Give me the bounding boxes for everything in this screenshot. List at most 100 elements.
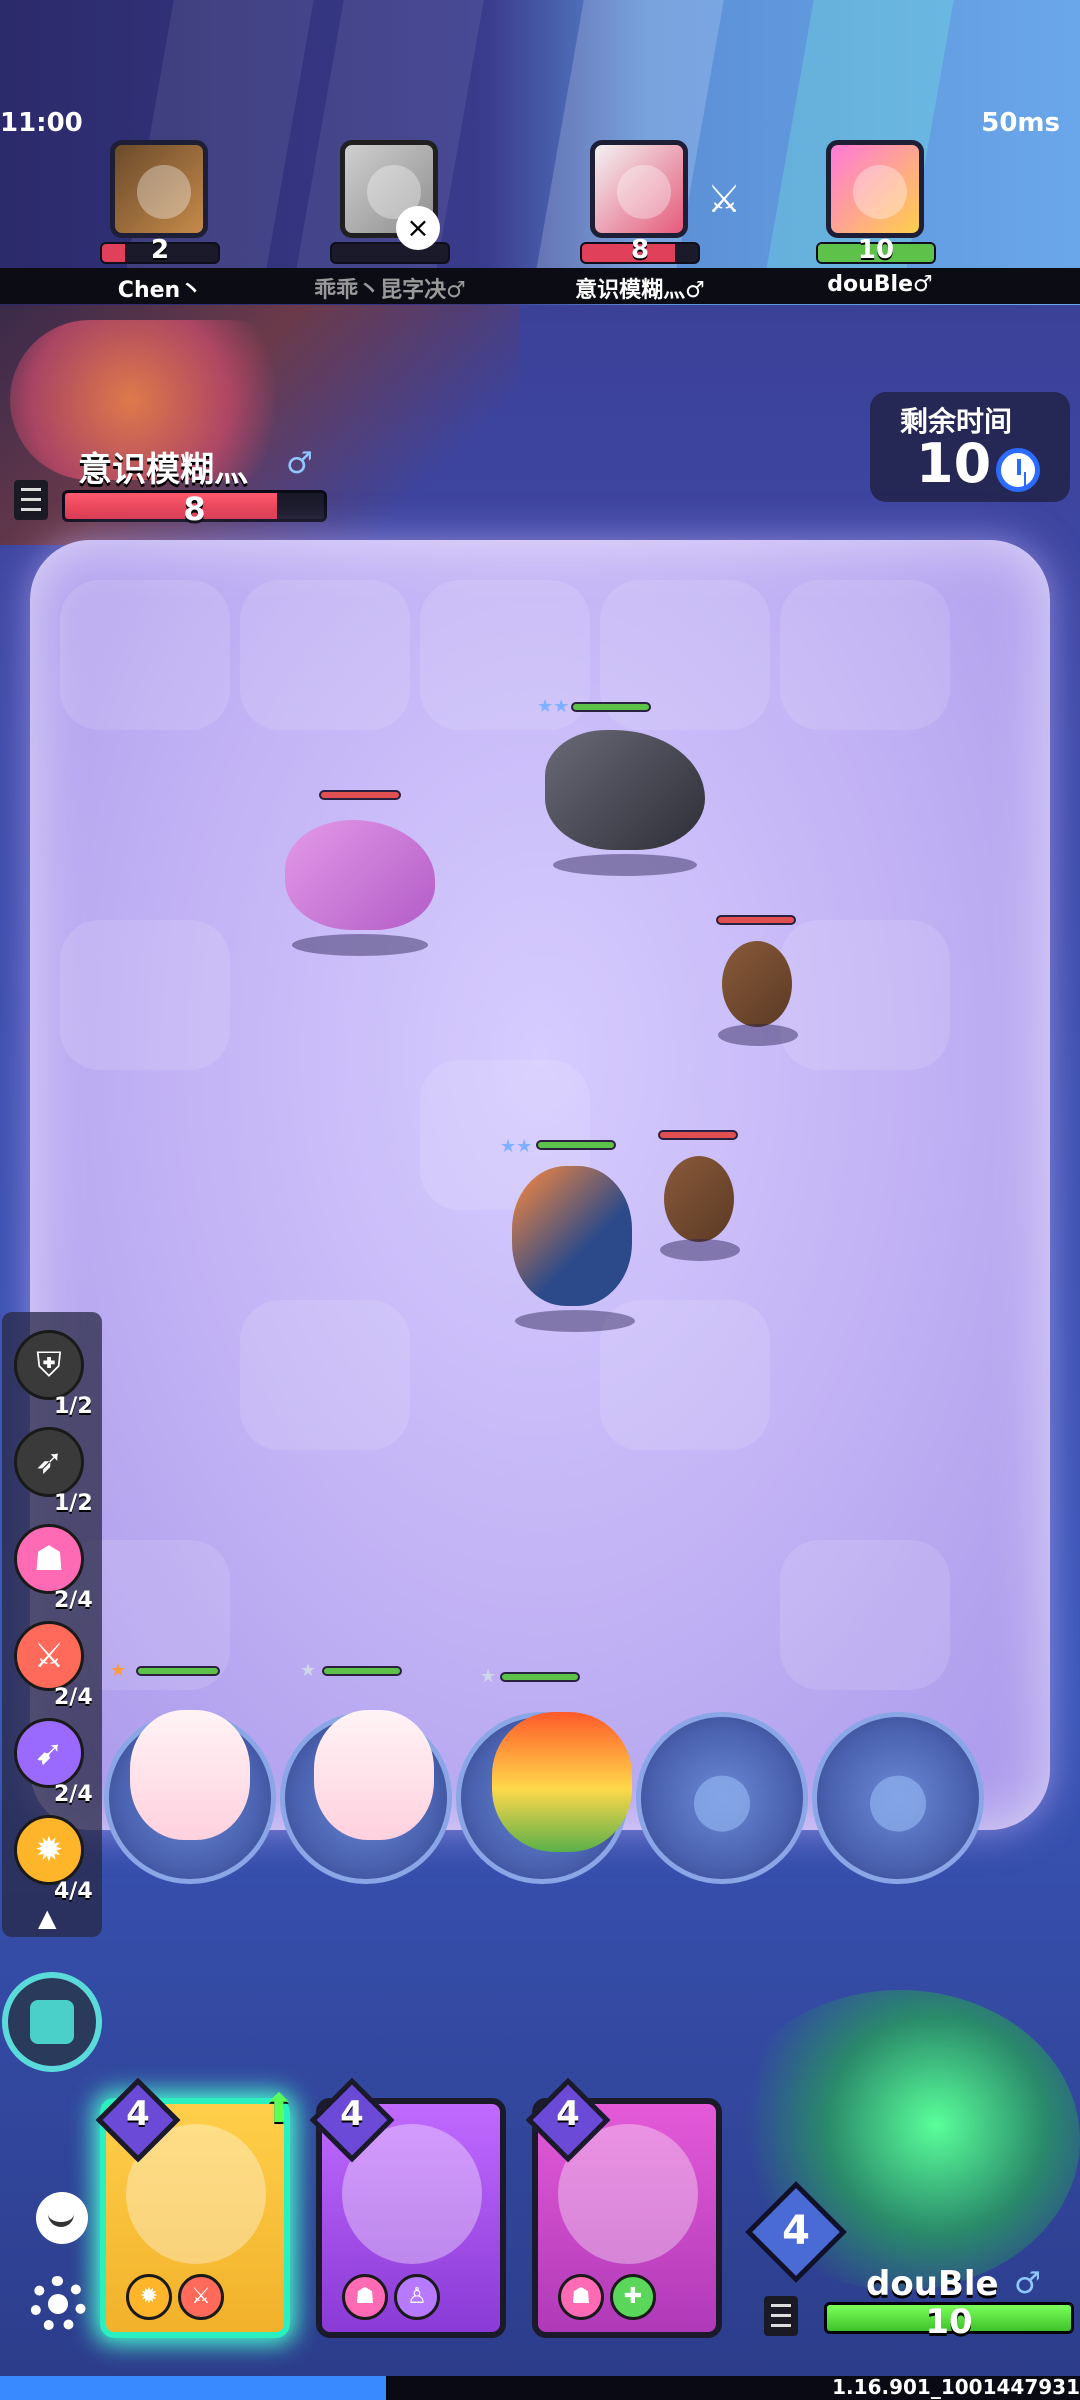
avatar [590,140,688,238]
pink-mask-icon: ☗ [14,1524,84,1594]
card-cost: 4 [126,2094,150,2134]
crossed-swords-icon: ⚔ [706,177,742,221]
male-icon: ♂ [286,446,313,481]
caret-up-icon[interactable]: ▲ [38,1904,56,1932]
unit-hp-bar [500,1672,580,1682]
opponent-name: 意识模糊灬 [78,450,248,490]
player-name: 意识模糊灬♂ [575,278,705,303]
trait-panel[interactable]: ⛨ 1/2 ➶ 1/2 ☗ 2/4 ⚔ 2/4 ➹ 2/4 ✹ 4/4 ▲ [2,1312,102,1937]
player-name: douBle♂ [827,272,933,297]
timer-value: 10 [916,432,992,495]
eliminated-icon: × [396,206,440,250]
sheep-sprite [314,1710,434,1840]
board-cell[interactable] [60,920,230,1070]
loading-progress [0,2376,386,2400]
fox-sprite [512,1166,632,1306]
board-cell[interactable] [780,580,950,730]
upgrade-arrow-icon: ⬆ [262,2086,296,2132]
board-cell[interactable] [60,580,230,730]
list-icon[interactable] [764,2296,798,2336]
trait-count: 2/4 [54,1588,93,1613]
sheep-sprite [130,1710,250,1840]
goblin-sprite [664,1156,734,1242]
trait-mask[interactable]: ☗ 2/4 [14,1524,94,1616]
goblin-sprite [722,941,792,1027]
trait-gold[interactable]: ✹ 4/4 [14,1815,94,1907]
summon-icon: ♙ [394,2274,440,2320]
trait-sword[interactable]: ⚔ 2/4 [14,1621,94,1713]
star-rank-icon: ★ [300,1660,317,1681]
player-level: 4 [782,2208,810,2254]
player-slot-3[interactable]: 8 [580,140,700,265]
opponent-hp-value: 8 [183,490,206,528]
trait-count: 2/4 [54,1685,93,1710]
unit-hp-bar [716,915,796,925]
enemy-wolf-unit[interactable]: ★★ [535,696,715,876]
star-rank-icon: ★★ [500,1136,533,1157]
card-cost: 4 [340,2094,364,2134]
player-name: 乖乖丶昆字决♂ [314,278,466,303]
trait-bow[interactable]: ➶ 1/2 [14,1427,94,1519]
hp-value: 10 [857,235,895,265]
enemy-goblin-unit[interactable] [650,1130,750,1261]
player-slot-4[interactable]: 10 [816,140,936,265]
bench-sheep-unit[interactable]: ★ [294,1660,454,1860]
trait-count: 2/4 [54,1782,93,1807]
trait-count: 1/2 [54,1491,93,1516]
sword-icon: ⚔ [14,1621,84,1691]
player-name: Chen丶 [117,278,203,303]
trait-count: 4/4 [54,1879,93,1904]
board-cell[interactable] [240,1300,410,1450]
hp-bar [330,242,450,264]
hippo-sprite [285,820,435,930]
enemy-goblin-unit[interactable] [708,915,808,1046]
star-rank-icon: ★ [480,1666,497,1687]
dagger-icon: ➹ [14,1718,84,1788]
enemy-hippo-unit[interactable] [275,790,445,956]
player-slot-1[interactable]: 2 [100,140,220,265]
trait-shield[interactable]: ⛨ 1/2 [14,1330,94,1422]
gear-icon[interactable] [30,2276,86,2332]
unit-hp-bar [136,1666,220,1676]
hp-value: 8 [630,235,650,265]
heal-plus-icon: ✚ [610,2274,656,2320]
dragon-sprite [492,1712,632,1852]
player-slot-2[interactable]: × [330,140,450,265]
star-rank-icon: ★★ [537,696,570,717]
board-cell[interactable] [240,580,410,730]
card-traits: ☗ ✚ [558,2274,708,2324]
bench-sheep-unit[interactable]: ★ [108,1660,268,1860]
unit-hp-bar [322,1666,402,1676]
trait-dagger[interactable]: ➹ 2/4 [14,1718,94,1810]
version-label: 1.16.901_1001447931 [832,2375,1080,2399]
card-traits: ✹ ⚔ [126,2274,276,2324]
bench-dragon-unit[interactable]: ★ [470,1666,650,1866]
round-timer: 剩余时间 10 [870,392,1070,502]
bench-slot[interactable] [812,1712,984,1884]
pink-mask-icon: ☗ [342,2274,388,2320]
ping: 50ms [981,108,1060,138]
my-name: douBle [866,2264,999,2304]
shield-icon: ⛨ [14,1330,84,1400]
unit-hp-bar [536,1140,616,1150]
gold-orb-icon: ✹ [14,1815,84,1885]
avatar [110,140,208,238]
my-hp-value: 10 [925,2302,973,2342]
emote-icon[interactable] [36,2192,88,2244]
board-cell[interactable] [780,1540,950,1690]
sword-icon: ⚔ [178,2274,224,2320]
clock-icon [996,448,1040,492]
shop-button[interactable] [2,1972,102,2072]
ally-fox-mage-unit[interactable]: ★★ [500,1136,650,1332]
unit-hp-bar [658,1130,738,1140]
clock-time: 11:00 [0,108,83,138]
hp-value: 2 [150,235,170,265]
list-icon[interactable] [14,480,48,520]
game-screen: 11:00 50ms 2 × 8 ⚔ 10 Chen丶 乖乖丶昆字决♂ 意识模糊… [0,0,1080,2400]
bench-slot[interactable] [636,1712,808,1884]
card-traits: ☗ ♙ [342,2274,492,2324]
wolf-sprite [545,730,705,850]
bow-icon: ➶ [14,1427,84,1497]
male-icon: ♂ [1014,2266,1041,2301]
gold-orb-icon: ✹ [126,2274,172,2320]
